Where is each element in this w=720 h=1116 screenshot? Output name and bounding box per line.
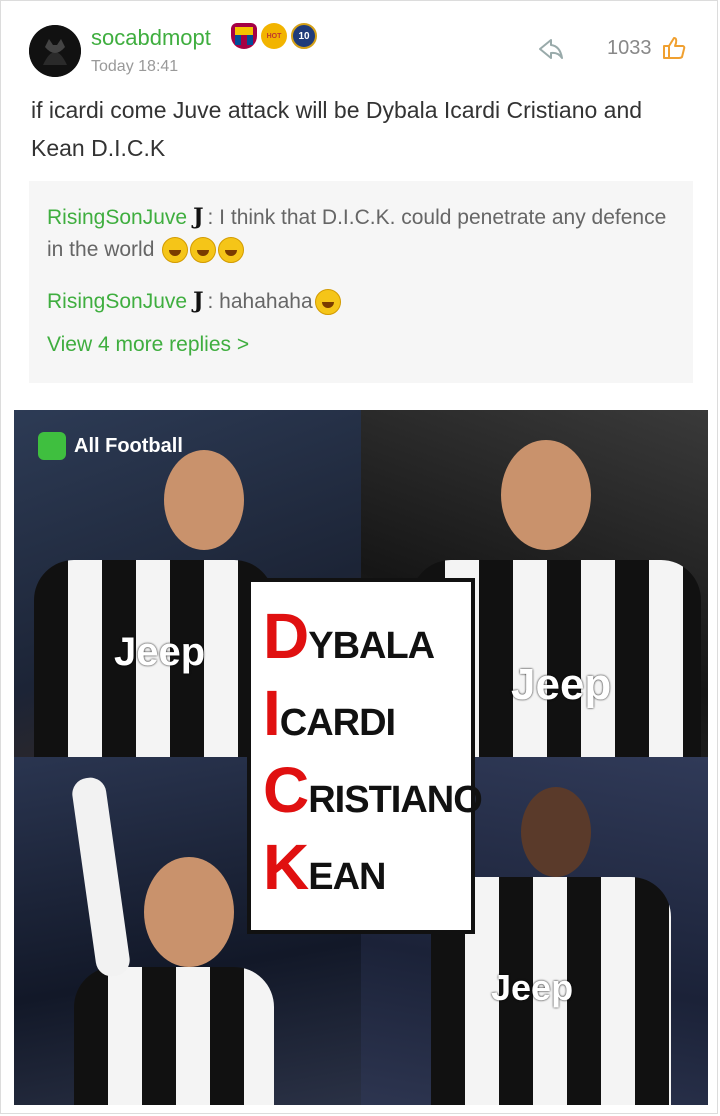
juventus-badge-icon: J (193, 288, 204, 314)
laughing-emoji-icon (162, 237, 189, 264)
user-badges: HOT 10 (231, 23, 317, 49)
top10-badge-icon: 10 (291, 23, 317, 49)
thumbs-up-icon[interactable] (661, 35, 687, 61)
user-avatar[interactable] (29, 25, 81, 77)
reply-preview-box[interactable]: RisingSonJuve J: I think that D.I.C.K. co… (29, 181, 693, 383)
reply-item[interactable]: RisingSonJuve J: hahahaha (47, 285, 667, 318)
jersey-sponsor: Jeep (491, 967, 574, 1008)
hot-badge-label: HOT (266, 32, 282, 40)
acronym-panel: DYBALA ICARDI CRISTIANO KEAN (247, 578, 483, 934)
reply-author[interactable]: RisingSonJuve (47, 290, 187, 313)
jersey-sponsor: Jeep (511, 660, 612, 709)
acronym-line-dybala: DYBALA (263, 600, 435, 672)
juventus-badge-icon: J (193, 204, 204, 230)
laughing-emoji-icon (314, 289, 341, 316)
laughing-emoji-icon (218, 237, 245, 264)
fc-barcelona-badge-icon (231, 23, 257, 49)
reply-author[interactable]: RisingSonJuve (47, 206, 187, 229)
reply-item[interactable]: RisingSonJuve J: I think that D.I.C.K. co… (47, 201, 667, 266)
reply-text: : hahahaha (207, 290, 313, 313)
like-count: 1033 (607, 37, 652, 59)
hot-badge-icon: HOT (261, 23, 287, 49)
post-text: if icardi come Juve attack will be Dybal… (31, 97, 643, 161)
acronym-line-icardi: ICARDI (263, 677, 396, 749)
username[interactable]: socabdmopt (91, 25, 211, 51)
post-timestamp: Today 18:41 (91, 58, 179, 75)
view-more-replies-link[interactable]: View 4 more replies > (47, 333, 249, 357)
top10-badge-label: 10 (298, 30, 310, 42)
acronym-line-kean: KEAN (263, 831, 386, 903)
all-football-logo-icon (38, 432, 66, 460)
acronym-line-cristiano: CRISTIANO (263, 754, 483, 826)
all-football-watermark: All Football (38, 432, 183, 460)
watermark-text: All Football (74, 434, 183, 457)
jersey-sponsor: Jeep (114, 630, 206, 674)
laughing-emoji-icon (190, 237, 217, 264)
share-icon[interactable] (537, 35, 565, 63)
post-card: socabdmopt HOT 10 Today 18:41 1033 if ic… (0, 0, 718, 1114)
post-image[interactable]: Jeep Jeep Jeep All Football DYBALA ICARD… (14, 410, 708, 1105)
